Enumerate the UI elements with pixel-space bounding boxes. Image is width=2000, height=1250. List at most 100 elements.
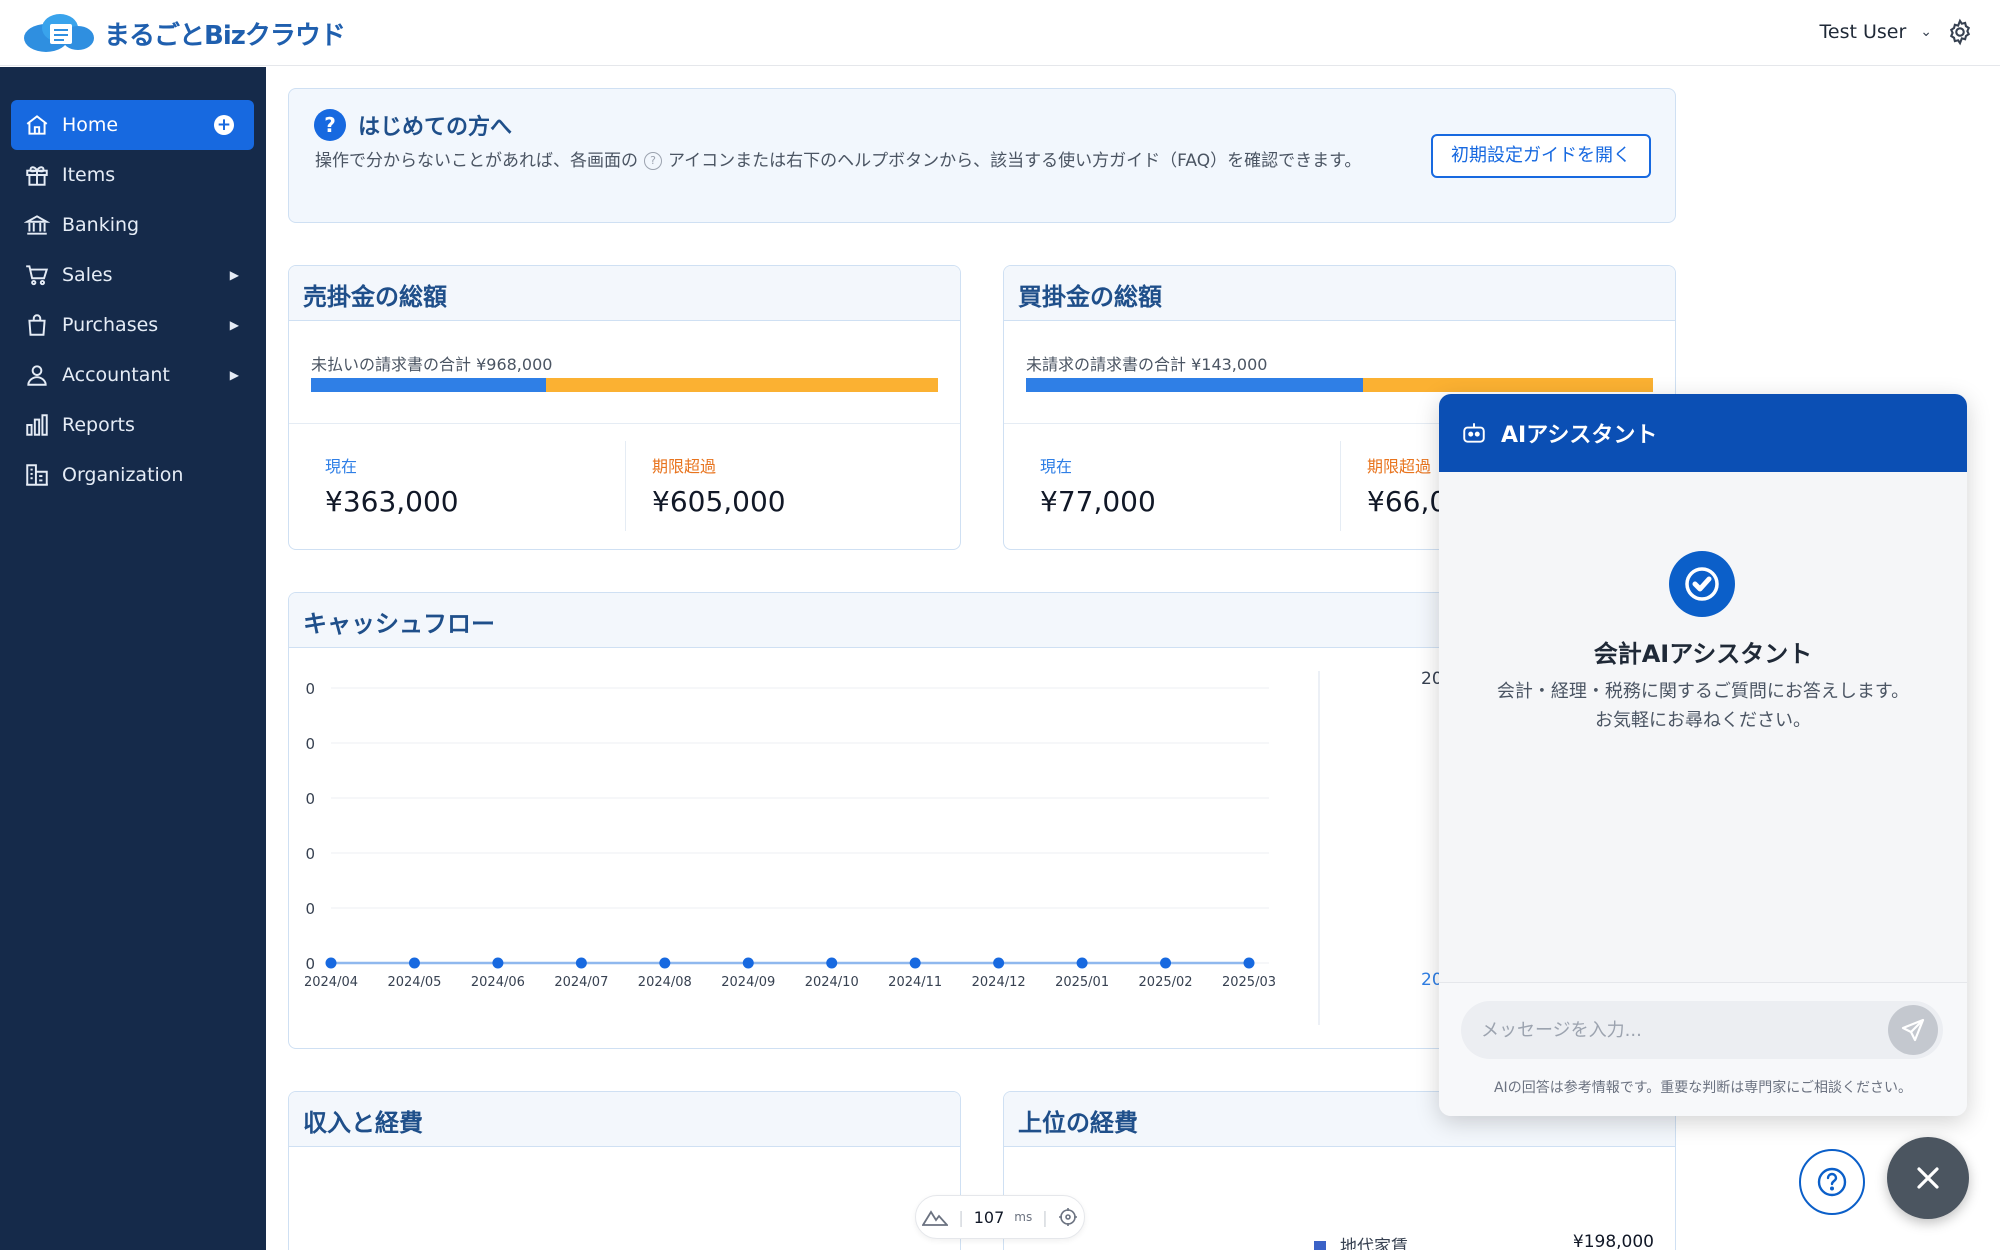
y-tick-label: 0 xyxy=(305,680,315,698)
building-icon xyxy=(26,464,48,486)
data-point xyxy=(1076,957,1088,969)
list-item: 地代家賃 ¥198,000 xyxy=(1314,1232,1654,1250)
bar-chart-icon xyxy=(26,414,48,436)
expense-amount: ¥198,000 xyxy=(1572,1232,1654,1250)
expand-arrow-icon[interactable]: ▶ xyxy=(230,368,239,382)
chevron-down-icon[interactable]: ⌄ xyxy=(1920,24,1932,40)
sidebar-item-label: Sales xyxy=(62,264,113,286)
x-tick-label: 2024/08 xyxy=(638,975,692,990)
payables-title: 買掛金の総額 xyxy=(1004,266,1675,321)
payables-overdue: 期限超過 ¥66,0 xyxy=(1367,453,1447,518)
sidebar-item-label: Organization xyxy=(62,464,184,486)
current-value: ¥77,000 xyxy=(1040,485,1156,518)
sidebar-item-reports[interactable]: Reports xyxy=(11,400,254,450)
perf-unit: ms xyxy=(1014,1210,1033,1224)
data-point xyxy=(408,957,420,969)
cart-icon xyxy=(26,265,49,286)
overdue-label: 期限超過 xyxy=(1367,457,1432,476)
y-tick-label: 0 xyxy=(305,900,315,918)
sidebar-item-label: Reports xyxy=(62,414,135,436)
expand-arrow-icon[interactable]: ▶ xyxy=(230,318,239,332)
receivables-current: 現在 ¥363,000 xyxy=(325,453,459,518)
app-logo[interactable]: まるごとBizクラウド xyxy=(20,10,346,56)
receivables-title: 売掛金の総額 xyxy=(289,266,960,321)
x-tick-label: 2025/02 xyxy=(1139,975,1193,990)
question-icon: ? xyxy=(644,152,662,170)
x-tick-label: 2024/12 xyxy=(972,975,1026,990)
expense-label: 地代家賃 xyxy=(1340,1237,1408,1250)
income-expense-card: 収入と経費 xyxy=(288,1091,961,1250)
data-point xyxy=(1160,957,1172,969)
x-tick-label: 2024/06 xyxy=(471,975,525,990)
shopping-bag-icon xyxy=(28,314,46,336)
help-icon xyxy=(1817,1167,1847,1197)
sidebar-item-items[interactable]: Items xyxy=(11,150,254,200)
gear-icon[interactable] xyxy=(1946,18,1974,46)
sidebar-item-home[interactable]: Home + xyxy=(11,100,254,150)
send-icon xyxy=(1901,1018,1925,1042)
welcome-message-pre: 操作で分からないことがあれば、各画面の xyxy=(315,151,638,171)
sidebar-item-label: Banking xyxy=(62,214,140,236)
open-setup-guide-button[interactable]: 初期設定ガイドを開く xyxy=(1431,134,1651,178)
ai-panel-title: AIアシスタント xyxy=(1501,423,1658,448)
sidebar-item-banking[interactable]: Banking xyxy=(11,200,254,250)
x-tick-label: 2025/03 xyxy=(1222,975,1276,990)
ai-assistant-title: 会計AIアシスタント xyxy=(1593,640,1813,668)
payables-overdue-segment xyxy=(1363,378,1653,392)
top-bar: まるごとBizクラウド Test User ⌄ xyxy=(0,0,2000,66)
x-tick-label: 2024/04 xyxy=(304,975,358,990)
data-point xyxy=(492,957,504,969)
receivables-overdue-segment xyxy=(546,378,938,392)
x-tick-label: 2024/10 xyxy=(805,975,859,990)
data-point xyxy=(325,957,337,969)
perf-value: 107 xyxy=(973,1207,1005,1227)
welcome-title: はじめての方へ xyxy=(358,115,513,140)
welcome-message-post: アイコンまたは右下のヘルプボタンから、該当する使い方ガイド（FAQ）を確認できま… xyxy=(668,151,1362,171)
receivables-card: 売掛金の総額 未払いの請求書の合計 ¥968,000 現在 ¥363,000 期… xyxy=(288,265,961,550)
sidebar-item-label: Purchases xyxy=(62,314,159,336)
crosshair-icon[interactable] xyxy=(1058,1207,1078,1227)
data-point xyxy=(993,957,1005,969)
ai-assistant-description: 会計・経理・税務に関するご質問にお答えします。お気軽にお尋ねください。 xyxy=(1496,681,1910,731)
add-icon[interactable]: + xyxy=(214,115,234,135)
user-menu[interactable]: Test User xyxy=(1820,21,1907,43)
ai-assistant-panel: AIアシスタント 会計AIアシスタント 会計・経理・税務に関するご質問にお答えし… xyxy=(1439,394,1967,1116)
y-tick-label: 0 xyxy=(305,735,315,753)
performance-widget[interactable]: | 107 ms | xyxy=(915,1195,1085,1239)
cloud-logo-icon xyxy=(24,14,94,52)
user-icon xyxy=(27,365,47,386)
sidebar-item-sales[interactable]: Sales ▶ xyxy=(11,250,254,300)
check-circle-icon xyxy=(1669,551,1735,617)
x-tick-label: 2024/05 xyxy=(387,975,441,990)
mountain-icon xyxy=(922,1210,949,1226)
payables-bar xyxy=(1026,378,1653,392)
close-chat-button[interactable] xyxy=(1887,1137,1969,1219)
current-value: ¥363,000 xyxy=(325,485,459,518)
home-icon xyxy=(26,115,48,135)
x-tick-label: 2024/11 xyxy=(888,975,942,990)
y-tick-label: 0 xyxy=(305,845,315,863)
receivables-bar-label: 未払いの請求書の合計 ¥968,000 xyxy=(311,355,553,374)
bank-icon xyxy=(24,215,50,235)
welcome-message: 操作で分からないことがあれば、各画面の? アイコンまたは右下のヘルプボタンから、該… xyxy=(315,147,1415,176)
legend-swatch xyxy=(1314,1241,1326,1250)
welcome-banner: ? はじめての方へ 操作で分からないことがあれば、各画面の? アイコンまたは右下の… xyxy=(288,88,1676,223)
sidebar-item-organization[interactable]: Organization xyxy=(11,450,254,500)
sidebar-item-label: Home xyxy=(62,114,119,136)
data-point xyxy=(1243,957,1255,969)
message-input[interactable] xyxy=(1461,1001,1943,1059)
send-button[interactable] xyxy=(1888,1005,1938,1055)
ai-input-area: AIの回答は参考情報です。重要な判断は専門家にご相談ください。 xyxy=(1439,982,1967,1116)
x-tick-label: 2024/07 xyxy=(554,975,608,990)
receivables-current-segment xyxy=(311,378,547,392)
sidebar-item-purchases[interactable]: Purchases ▶ xyxy=(11,300,254,350)
gift-icon xyxy=(26,166,48,186)
expand-arrow-icon[interactable]: ▶ xyxy=(230,268,239,282)
receivables-bar xyxy=(311,378,938,392)
current-label: 現在 xyxy=(1040,457,1073,476)
sidebar: Home + Items Banking Sales ▶ Purchases ▶… xyxy=(0,67,266,1250)
help-button[interactable] xyxy=(1799,1149,1865,1215)
x-tick-label: 2024/09 xyxy=(721,975,775,990)
receivables-overdue: 期限超過 ¥605,000 xyxy=(652,453,786,518)
sidebar-item-accountant[interactable]: Accountant ▶ xyxy=(11,350,254,400)
